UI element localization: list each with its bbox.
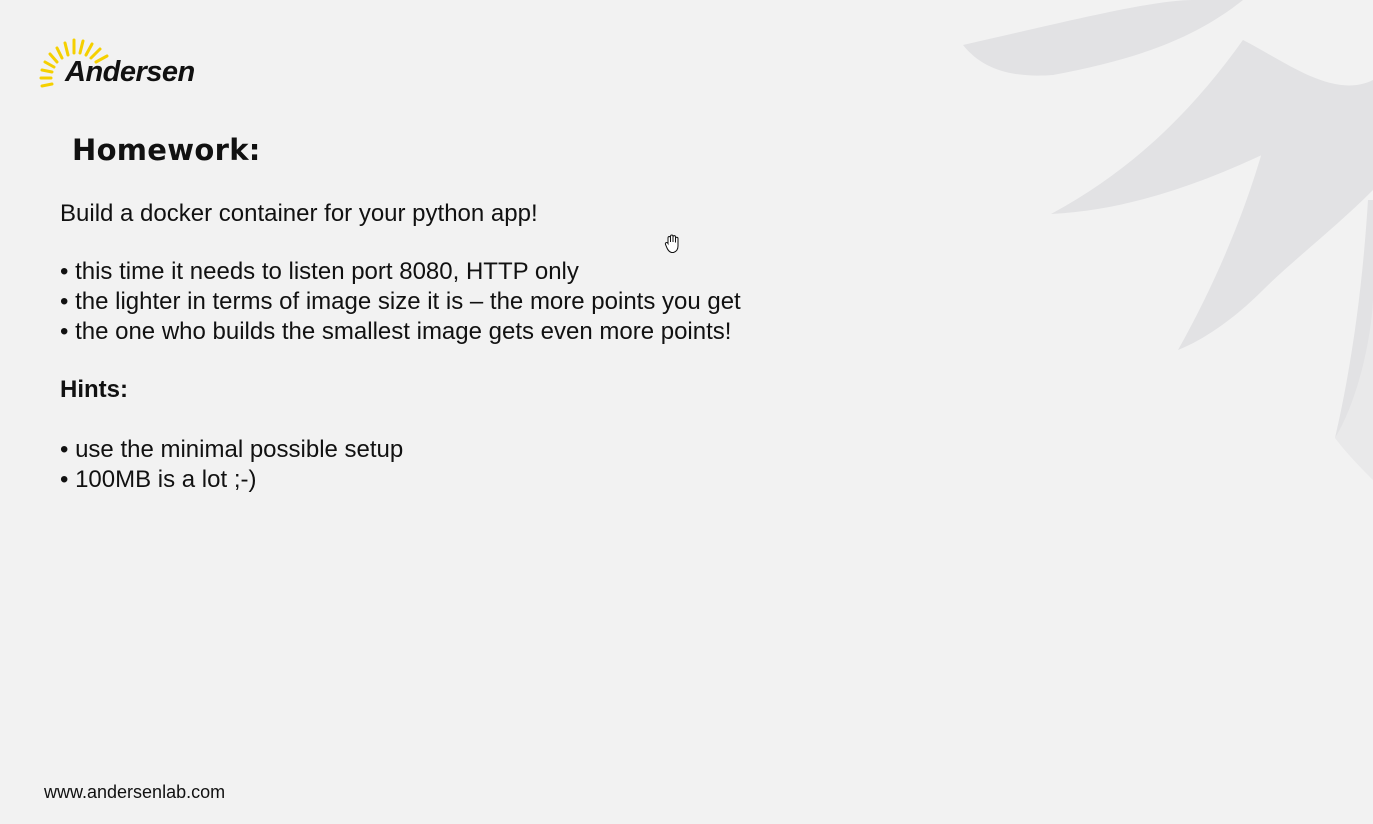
requirements-list: this time it needs to listen port 8080, … (60, 257, 741, 347)
list-item: the one who builds the smallest image ge… (60, 317, 741, 347)
footer-url: www.andersenlab.com (44, 782, 226, 802)
list-item: the lighter in terms of image size it is… (60, 287, 741, 317)
list-item: 100MB is a lot ;-) (60, 465, 403, 495)
hints-list: use the minimal possible setup 100MB is … (60, 435, 403, 495)
hints-heading: Hints: (60, 376, 128, 403)
list-item: this time it needs to listen port 8080, … (60, 257, 741, 287)
andersen-logo: Andersen (38, 34, 218, 94)
logo-wordmark: Andersen (65, 56, 195, 88)
sun-rays-decoration (963, 0, 1373, 480)
list-item: use the minimal possible setup (60, 435, 403, 465)
page-title: Homework: (72, 133, 261, 167)
hand-cursor-icon (664, 234, 679, 253)
intro-text: Build a docker container for your python… (60, 200, 538, 227)
